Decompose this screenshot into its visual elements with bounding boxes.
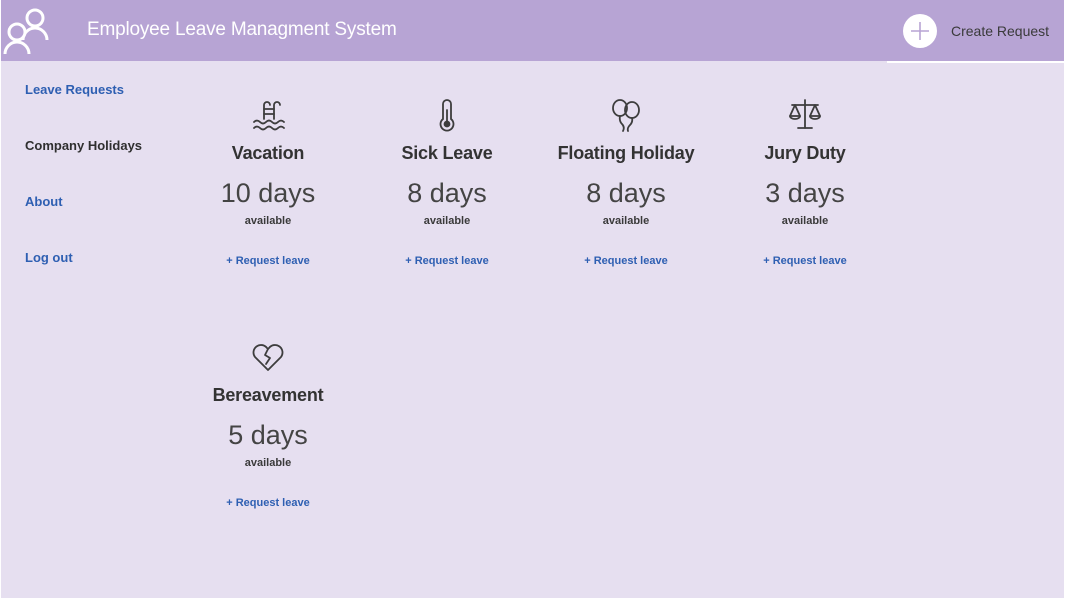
request-leave-link[interactable]: + Request leave bbox=[358, 255, 536, 267]
request-leave-link[interactable]: + Request leave bbox=[179, 497, 357, 509]
leave-card-floating-holiday: Floating Holiday 8 days available + Reque… bbox=[537, 97, 715, 267]
leave-card-jury-duty: Jury Duty 3 days available + Request leav… bbox=[716, 97, 894, 267]
days-count: 8 days bbox=[586, 178, 666, 208]
request-plus: + bbox=[584, 255, 591, 267]
leave-card-sick-leave: Sick Leave 8 days available + Request lea… bbox=[358, 97, 536, 267]
available-label: available bbox=[423, 215, 471, 227]
request-leave-label: Request leave bbox=[414, 255, 489, 267]
create-request-label: Create Request bbox=[951, 23, 1050, 39]
request-leave-label: Request leave bbox=[593, 255, 668, 267]
request-plus: + bbox=[405, 255, 412, 267]
users-icon bbox=[3, 8, 49, 54]
plus-icon bbox=[903, 14, 937, 48]
app-window: Employee Leave Managment System Create R… bbox=[1, 0, 1064, 598]
days-count: 5 days bbox=[228, 420, 308, 450]
card-title: Sick Leave bbox=[401, 143, 493, 163]
leave-card-bereavement: Bereavement 5 days available + Request le… bbox=[179, 339, 357, 509]
card-title: Jury Duty bbox=[764, 143, 846, 163]
available-label: available bbox=[244, 457, 292, 469]
days-count: 10 days bbox=[220, 178, 316, 208]
available-label: available bbox=[244, 215, 292, 227]
card-title: Bereavement bbox=[212, 385, 324, 405]
scales-icon bbox=[789, 99, 821, 129]
request-leave-link[interactable]: + Request leave bbox=[716, 255, 894, 267]
available-label: available bbox=[781, 215, 829, 227]
broken-heart-icon bbox=[252, 344, 284, 371]
swimming-pool-icon bbox=[253, 101, 285, 131]
card-title: Vacation bbox=[231, 143, 305, 163]
request-plus: + bbox=[226, 255, 233, 267]
available-label: available bbox=[602, 215, 650, 227]
days-count: 8 days bbox=[407, 178, 487, 208]
sidebar-item-log-out[interactable]: Log out bbox=[25, 250, 73, 265]
request-leave-link[interactable]: + Request leave bbox=[537, 255, 715, 267]
card-title: Floating Holiday bbox=[557, 143, 695, 163]
leave-card-vacation: Vacation 10 days available + Request leav… bbox=[179, 97, 357, 267]
request-leave-label: Request leave bbox=[235, 255, 310, 267]
request-plus: + bbox=[763, 255, 770, 267]
sidebar-item-about[interactable]: About bbox=[25, 194, 63, 209]
create-request-button[interactable]: Create Request bbox=[903, 14, 1053, 48]
request-leave-label: Request leave bbox=[235, 497, 310, 509]
header-divider bbox=[887, 61, 1064, 63]
balloons-icon bbox=[612, 99, 640, 132]
request-plus: + bbox=[226, 497, 233, 509]
sidebar-item-leave-requests[interactable]: Leave Requests bbox=[25, 82, 124, 97]
thermometer-icon bbox=[439, 99, 455, 132]
sidebar: Leave Requests Company Holidays About Lo… bbox=[1, 61, 181, 598]
request-leave-label: Request leave bbox=[772, 255, 847, 267]
request-leave-link[interactable]: + Request leave bbox=[179, 255, 357, 267]
days-count: 3 days bbox=[765, 178, 845, 208]
sidebar-item-company-holidays[interactable]: Company Holidays bbox=[25, 138, 142, 153]
app-title: Employee Leave Managment System bbox=[87, 19, 397, 40]
top-header: Employee Leave Managment System Create R… bbox=[1, 0, 1064, 61]
